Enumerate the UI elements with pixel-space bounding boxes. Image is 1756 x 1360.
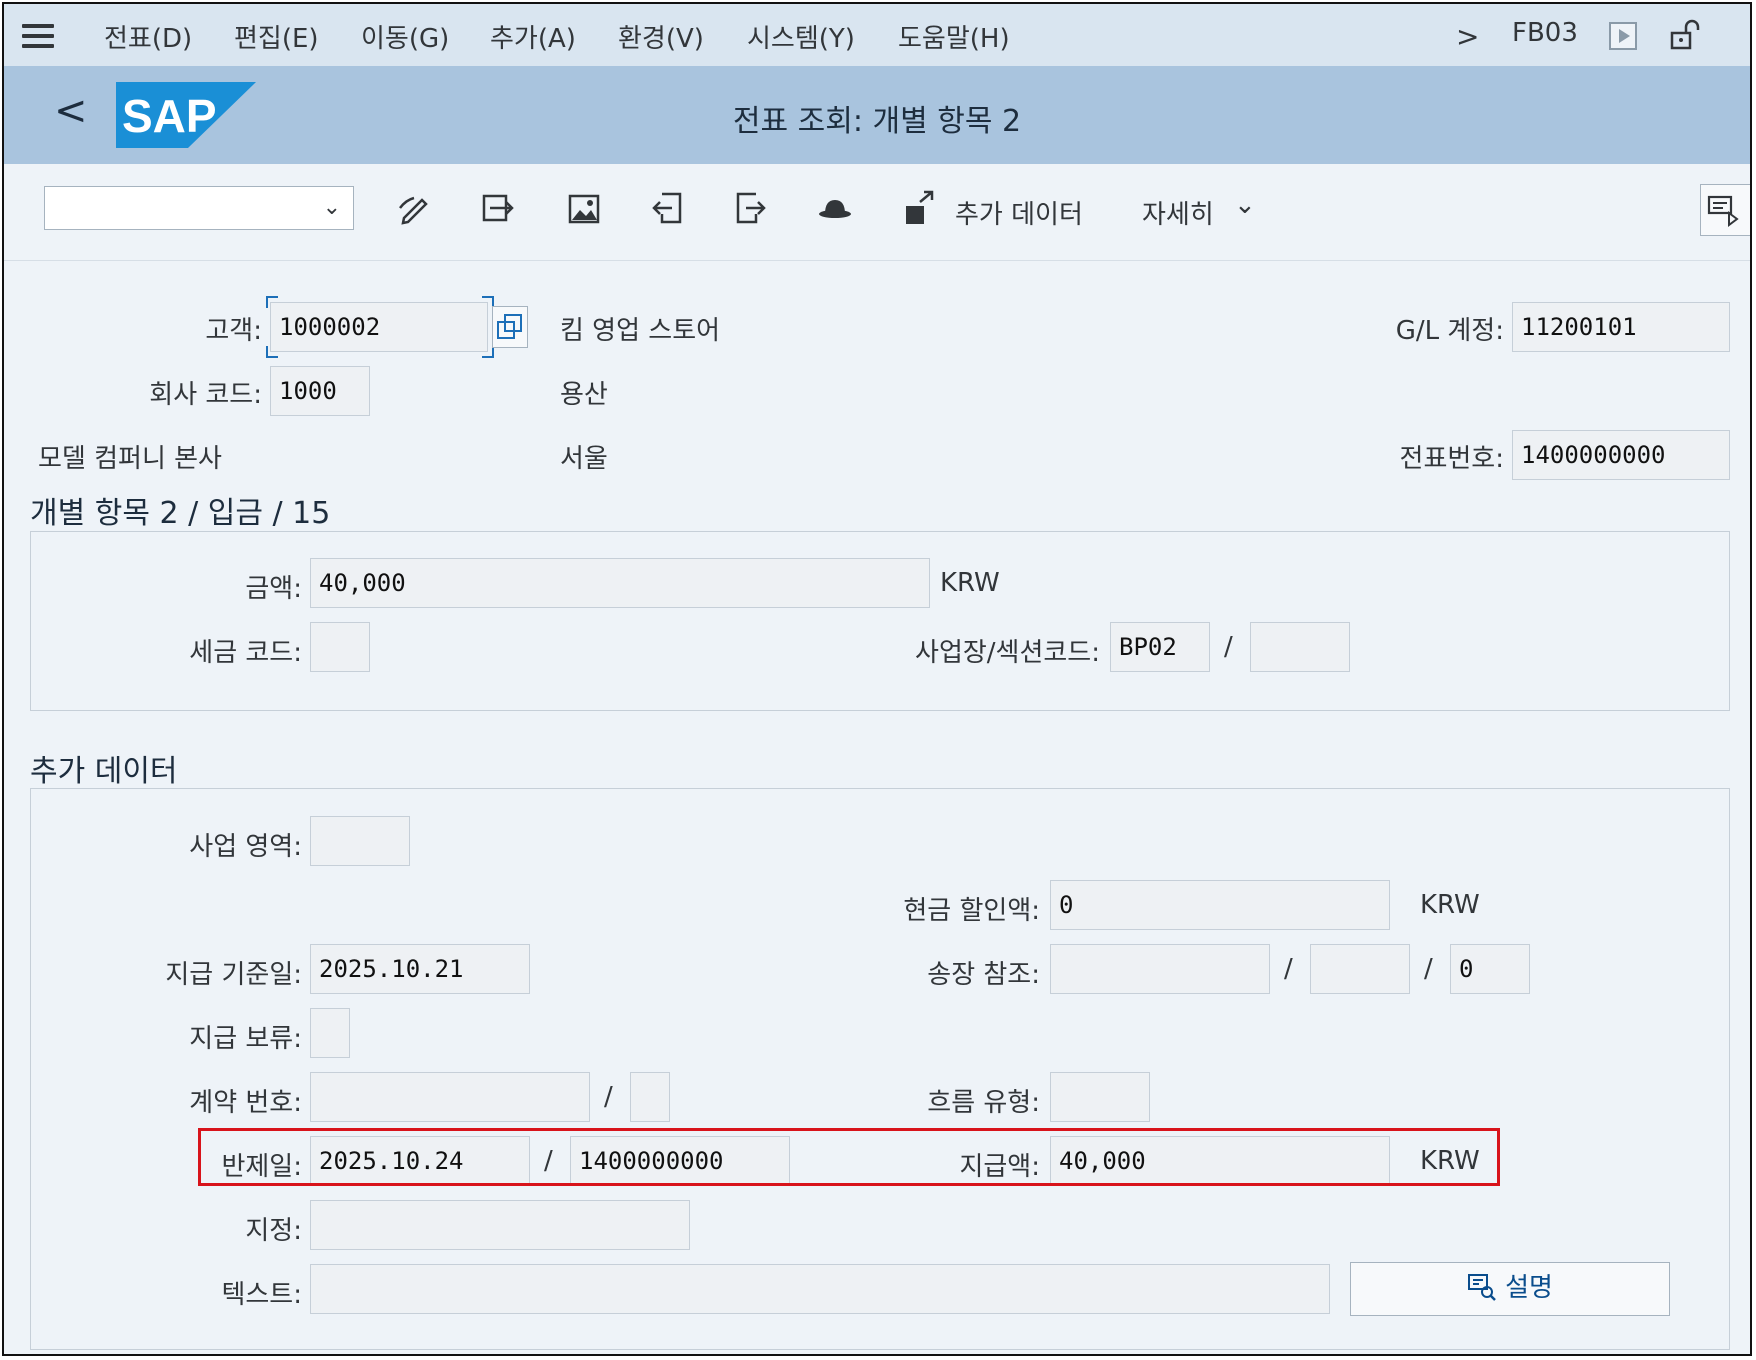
unlock-icon[interactable] — [1668, 18, 1702, 52]
text-field[interactable] — [310, 1264, 1330, 1314]
chevron-right-icon[interactable]: > — [1456, 20, 1479, 53]
transaction-code: FB03 — [1512, 18, 1578, 48]
item-section-title: 개별 항목 2 / 입금 / 15 — [30, 496, 331, 531]
assignment-label: 지정: — [245, 1216, 302, 1246]
company-code-field[interactable]: 1000 — [270, 366, 370, 416]
contract-type-field[interactable] — [630, 1072, 670, 1122]
company-code-label: 회사 코드: — [149, 380, 262, 410]
tax-code-field[interactable] — [310, 622, 370, 672]
separator-slash: / — [1224, 632, 1233, 662]
business-place-field[interactable]: BP02 — [1110, 622, 1210, 672]
long-text-icon — [1468, 1274, 1496, 1301]
highlight-box — [198, 1128, 1500, 1186]
menu-goto[interactable]: 이동(G) — [361, 18, 449, 55]
more-menu-button[interactable]: 자세히 — [1142, 194, 1214, 231]
page-title: 전표 조회: 개별 항목 2 — [732, 104, 1022, 139]
play-icon[interactable] — [1609, 22, 1637, 50]
next-item-icon[interactable] — [732, 188, 768, 228]
hamburger-menu-icon[interactable] — [22, 24, 54, 48]
document-number-field[interactable]: 1400000000 — [1512, 430, 1730, 480]
amount-label: 금액: — [245, 574, 302, 604]
toolbar-select[interactable]: ⌄ — [44, 186, 354, 230]
contract-number-field[interactable] — [310, 1072, 590, 1122]
chevron-down-icon: ⌄ — [322, 195, 341, 220]
focus-corner — [266, 296, 278, 308]
baseline-date-field[interactable]: 2025.10.21 — [310, 944, 530, 994]
city-text: 용산 — [560, 380, 608, 410]
title-bar: < SAP 전표 조회: 개별 항목 2 — [4, 66, 1750, 164]
menu-document[interactable]: 전표(D) — [104, 18, 192, 55]
contract-number-label: 계약 번호: — [189, 1088, 302, 1118]
payment-block-label: 지급 보류: — [189, 1024, 302, 1054]
cash-discount-label: 현금 할인액: — [903, 896, 1040, 926]
region-text: 서울 — [560, 444, 608, 474]
section-code-field[interactable] — [1250, 622, 1350, 672]
menu-system[interactable]: 시스템(Y) — [747, 18, 855, 55]
menu-bar: 전표(D) 편집(E) 이동(G) 추가(A) 환경(V) 시스템(Y) 도움말… — [4, 4, 1750, 67]
business-place-label: 사업장/섹션코드: — [915, 638, 1100, 668]
explain-button[interactable]: 설명 — [1350, 1262, 1670, 1316]
invoice-reference-year-field[interactable] — [1310, 944, 1410, 994]
image-icon[interactable] — [566, 188, 602, 228]
customer-label: 고객: — [205, 316, 262, 346]
message-icon — [1707, 195, 1739, 227]
document-number-label: 전표번호: — [1399, 444, 1504, 474]
business-area-field[interactable] — [310, 816, 410, 866]
hat-icon[interactable] — [817, 188, 853, 228]
separator-slash: / — [604, 1082, 613, 1112]
notification-button[interactable] — [1700, 184, 1750, 236]
invoice-reference-item-field[interactable]: 0 — [1450, 944, 1530, 994]
business-area-label: 사업 영역: — [189, 832, 302, 862]
copy-icon — [497, 314, 522, 339]
more-chevron-down-icon[interactable]: ⌄ — [1234, 190, 1256, 220]
menu-environment[interactable]: 환경(V) — [618, 18, 704, 55]
additional-data-button[interactable]: 추가 데이터 — [955, 194, 1083, 231]
focus-corner — [266, 346, 278, 358]
separator-slash: / — [1424, 954, 1433, 984]
customer-name: 킴 영업 스토어 — [560, 316, 721, 346]
menu-edit[interactable]: 편집(E) — [234, 18, 319, 55]
company-name: 모델 컴퍼니 본사 — [38, 444, 222, 474]
tax-code-label: 세금 코드: — [189, 638, 302, 668]
payment-block-field[interactable] — [310, 1008, 350, 1058]
application-toolbar: ⌄ 추가 데이터 자세히 ⌄ — [4, 164, 1750, 261]
previous-item-icon[interactable] — [650, 188, 686, 228]
additional-data-icon[interactable] — [902, 188, 938, 228]
customer-field[interactable]: 1000002 — [270, 302, 488, 352]
text-label: 텍스트: — [221, 1280, 302, 1310]
cash-discount-currency: KRW — [1420, 890, 1480, 920]
separator-slash: / — [1284, 954, 1293, 984]
object-services-button[interactable] — [492, 306, 528, 348]
flow-type-field[interactable] — [1050, 1072, 1150, 1122]
cash-discount-field[interactable]: 0 — [1050, 880, 1390, 930]
amount-currency: KRW — [940, 568, 1000, 598]
flow-type-label: 흐름 유형: — [927, 1088, 1040, 1118]
explain-button-label: 설명 — [1505, 1273, 1553, 1303]
gl-account-field[interactable]: 11200101 — [1512, 302, 1730, 352]
invoice-reference-label: 송장 참조: — [927, 960, 1040, 990]
edit-icon[interactable] — [396, 188, 432, 228]
menu-extras[interactable]: 추가(A) — [490, 18, 576, 55]
menu-help[interactable]: 도움말(H) — [898, 18, 1010, 55]
additional-section-title: 추가 데이터 — [30, 754, 178, 789]
amount-field[interactable]: 40,000 — [310, 558, 930, 608]
sap-window: { "menu": { "items": ["전표(D)", "편집(E)", … — [2, 2, 1752, 1356]
switch-icon[interactable] — [480, 188, 516, 228]
gl-account-label: G/L 계정: — [1395, 316, 1504, 346]
assignment-field[interactable] — [310, 1200, 690, 1250]
invoice-reference-field[interactable] — [1050, 944, 1270, 994]
baseline-date-label: 지급 기준일: — [165, 960, 302, 990]
